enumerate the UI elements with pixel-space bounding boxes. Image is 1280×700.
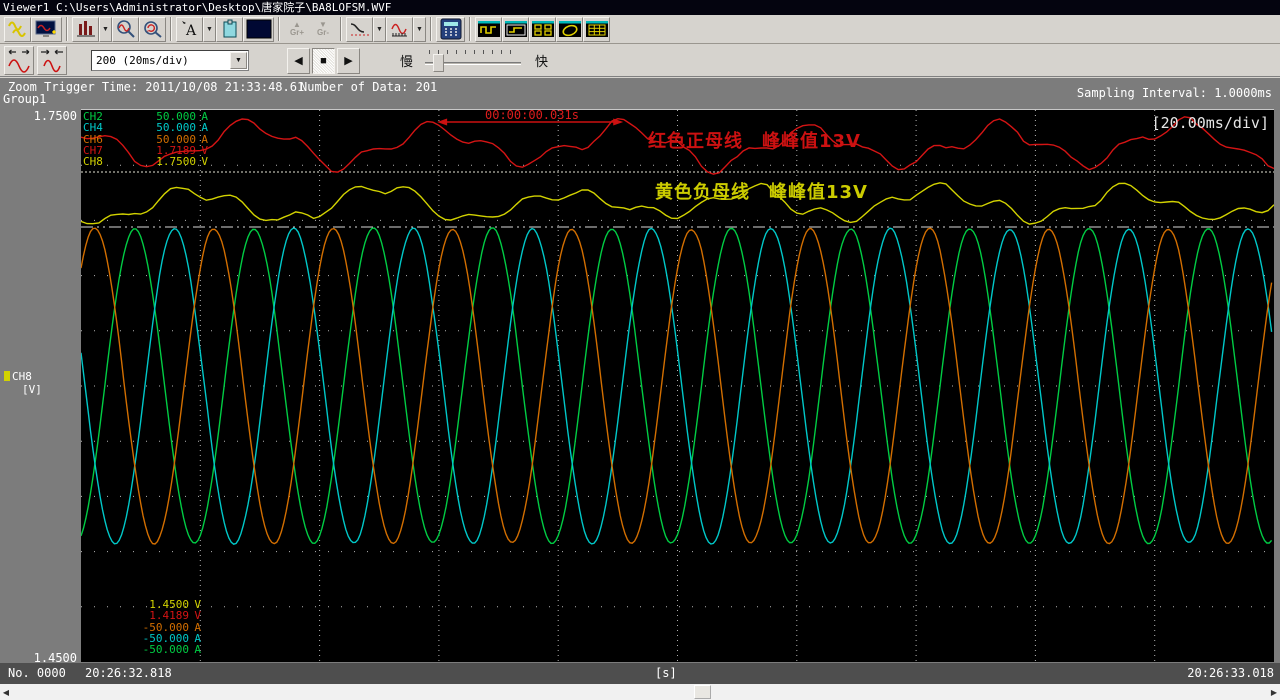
view-xy-button[interactable]: [556, 17, 583, 42]
waveform-workspace: 1.7500 1.4500 CH8 [V] CH250.000A CH450.0…: [0, 106, 1280, 663]
group-up-label: Gr+: [290, 29, 304, 37]
x-axis-unit: [s]: [655, 663, 677, 684]
clipboard-icon: [220, 19, 240, 39]
svg-text:A: A: [185, 23, 197, 39]
wave-compress-icon: [39, 48, 65, 73]
view-split-icon: [504, 19, 528, 39]
channel-color-swatch: [4, 371, 10, 381]
number-of-data: Number of Data: 201: [300, 80, 437, 94]
measure-wave-icon: [389, 19, 411, 39]
view-xy-icon: [558, 19, 582, 39]
y-axis-top-label: 1.7500: [0, 109, 77, 123]
cursor-wave-icon: [349, 19, 371, 39]
view-waveform-button[interactable]: [475, 17, 502, 42]
slider-thumb[interactable]: [433, 54, 444, 72]
zoom-refresh-button[interactable]: [139, 17, 166, 42]
toolbar-separator: [170, 17, 172, 41]
value-row: -50.000A: [83, 644, 201, 655]
toolbar-separator: [340, 17, 342, 41]
measure-wave-button[interactable]: [386, 17, 413, 42]
value-row: 1.4189V: [83, 610, 201, 621]
window-titlebar: Viewer1 C:\Users\Administrator\Desktop\唐…: [0, 0, 1280, 15]
channel-min-list: 1.4500V 1.4189V -50.000A -50.000A -50.00…: [83, 599, 201, 655]
plot-canvas[interactable]: CH250.000A CH450.000A CH650.000A CH71.71…: [81, 109, 1274, 662]
toolbar-separator: [469, 17, 471, 41]
view-quad-button[interactable]: [529, 17, 556, 42]
wave-expand-button[interactable]: [4, 46, 34, 75]
bar-display-icon: [76, 19, 96, 39]
wave-compress-button[interactable]: [37, 46, 67, 75]
scroll-left-arrow[interactable]: ◀: [0, 686, 12, 698]
annotation-dropdown[interactable]: ▼: [203, 17, 216, 42]
status-bar: No. 0000 20:26:32.818 [s] 20:26:33.018: [0, 663, 1280, 684]
timebase-dropdown-arrow[interactable]: ▼: [230, 52, 247, 69]
window-start-time: 20:26:32.818: [85, 663, 172, 684]
scroll-right-arrow[interactable]: ▶: [1268, 686, 1280, 698]
speed-slider[interactable]: [421, 48, 525, 74]
view-split-button[interactable]: [502, 17, 529, 42]
waveform-file-button[interactable]: [4, 17, 31, 42]
speed-slow-label: 慢: [400, 51, 413, 70]
calculator-button[interactable]: [436, 17, 465, 42]
view-list-button[interactable]: [583, 17, 610, 42]
play-forward-button[interactable]: ▶: [337, 48, 360, 74]
window-end-time: 20:26:33.018: [1187, 663, 1274, 684]
measure-wave-dropdown[interactable]: ▼: [413, 17, 426, 42]
view-list-icon: [585, 19, 609, 39]
color-swatch-icon: [246, 19, 272, 39]
yellow-bus-annotation: 黄色负母线 峰峰值13V: [655, 178, 868, 204]
zoom-search-icon: [115, 19, 137, 39]
annotation-text-button[interactable]: A: [176, 17, 203, 42]
info-bar: Zoom Trigger Time: 2011/10/08 21:33:48.6…: [0, 78, 1280, 106]
reference-channel-unit: [V]: [4, 383, 42, 396]
measure-annotation: 00:00:00.031s: [485, 108, 577, 122]
stop-button[interactable]: ■: [312, 48, 335, 74]
channel-row: CH450.000A: [83, 122, 208, 133]
horizontal-scrollbar[interactable]: ◀ ▶: [0, 684, 1280, 700]
zoom-search-button[interactable]: [112, 17, 139, 42]
toolbar-separator: [430, 17, 432, 41]
waveform-file-icon: [7, 19, 29, 39]
cursor-wave-button[interactable]: [346, 17, 373, 42]
timebase-select[interactable]: 200 (20ms/div) ▼: [91, 50, 249, 71]
wave-expand-icon: [6, 48, 32, 73]
channel-row: CH81.7500V: [83, 156, 208, 167]
sampling-interval: Sampling Interval: 1.0000ms: [1077, 86, 1272, 100]
red-bus-annotation: 红色正母线 峰峰值13V: [648, 127, 861, 153]
toolbar-separator: [66, 17, 68, 41]
playback-toolbar: 200 (20ms/div) ▼ ◀ ■ ▶ 慢 快: [0, 45, 1280, 77]
cursor-wave-dropdown[interactable]: ▼: [373, 17, 386, 42]
time-per-div-label: [20.00ms/div]: [1152, 114, 1269, 132]
calculator-icon: [439, 18, 463, 40]
record-number: No. 0000: [8, 663, 66, 684]
zoom-trigger-time: Zoom Trigger Time: 2011/10/08 21:33:48.6…: [8, 80, 304, 94]
window-title: Viewer1 C:\Users\Administrator\Desktop\唐…: [3, 1, 391, 14]
display-monitor-icon: [34, 19, 60, 39]
reference-channel-name: CH8: [12, 370, 32, 383]
play-reverse-button[interactable]: ◀: [287, 48, 310, 74]
color-swatch-button[interactable]: [243, 17, 274, 42]
bar-display-button[interactable]: [72, 17, 99, 42]
group-up-button[interactable]: ▲ Gr+: [284, 16, 310, 42]
channel-scale-list: CH250.000A CH450.000A CH650.000A CH71.71…: [83, 111, 208, 167]
speed-fast-label: 快: [535, 51, 548, 70]
zoom-refresh-icon: [142, 19, 164, 39]
timebase-value: 200 (20ms/div): [92, 54, 230, 67]
bar-display-dropdown[interactable]: ▼: [99, 17, 112, 42]
group-down-label: Gr-: [317, 29, 329, 37]
playback-controls: ◀ ■ ▶: [287, 48, 360, 74]
toolbar-separator: [278, 17, 280, 41]
annotation-text-icon: A: [180, 19, 200, 39]
main-toolbar: ▼ A ▼ ▲ Gr+: [0, 15, 1280, 44]
group-down-button[interactable]: ▼ Gr-: [310, 16, 336, 42]
display-settings-button[interactable]: [31, 17, 62, 42]
view-waveform-icon: [477, 19, 501, 39]
clipboard-button[interactable]: [216, 17, 243, 42]
reference-channel-label: CH8 [V]: [4, 370, 42, 396]
scrollbar-thumb[interactable]: [694, 685, 711, 699]
group-label: Group1: [3, 92, 46, 106]
view-quad-icon: [531, 19, 555, 39]
